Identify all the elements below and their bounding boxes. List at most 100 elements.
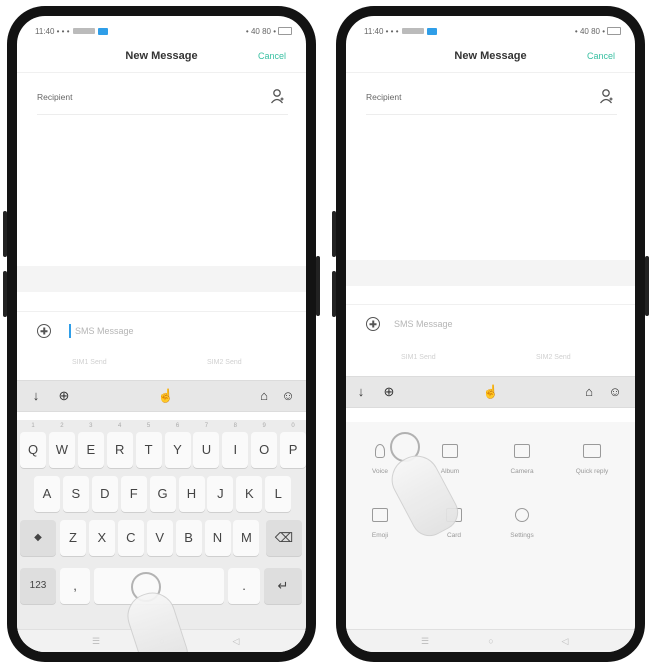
sim1-send-button[interactable]: SIM1 Send: [401, 354, 436, 361]
keyboard-toolbar: ↓ ⊕ ☝ ⌂ ☺: [346, 376, 635, 408]
camera-icon: [514, 444, 530, 458]
mic-icon[interactable]: ↓: [352, 383, 370, 401]
sim2-send-button[interactable]: SIM2 Send: [207, 359, 242, 366]
key-hint: 1: [31, 423, 35, 429]
comma-key[interactable]: ,: [60, 568, 90, 604]
key-i[interactable]: I8: [222, 423, 249, 468]
key-hint: 3: [89, 423, 93, 429]
key-y[interactable]: Y6: [164, 423, 191, 468]
key-k[interactable]: K: [236, 476, 263, 512]
period-key[interactable]: .: [228, 568, 260, 604]
menu-nav-icon[interactable]: ☰: [91, 636, 101, 646]
message-thread-area: [346, 260, 635, 286]
key-f[interactable]: F: [120, 476, 147, 512]
emoji-icon[interactable]: ☺: [606, 383, 624, 401]
text-cursor: [69, 324, 71, 338]
wifi-icon: [426, 27, 437, 35]
emoji-icon[interactable]: ☺: [279, 387, 297, 405]
status-bar: 11:40 • • • • 40 80 •: [35, 24, 292, 38]
gesture-icon[interactable]: ☝: [157, 387, 175, 405]
key-m[interactable]: M: [233, 520, 260, 556]
recipient-field[interactable]: Recipient: [366, 86, 617, 115]
keyboard-row-2: ASDFGHJKL: [20, 476, 303, 514]
keyboard-row-1: Q1W2E3R4T5Y6U7I8O9P0: [20, 423, 306, 470]
globe-icon[interactable]: ⊕: [55, 387, 73, 405]
key-a[interactable]: A: [34, 476, 60, 512]
key-s[interactable]: S: [62, 476, 89, 512]
shirt-icon[interactable]: ⌂: [580, 383, 598, 401]
key-hint: 5: [146, 423, 151, 429]
mic-icon: [375, 444, 385, 458]
key-j[interactable]: J: [207, 476, 234, 512]
header: New Message Cancel: [17, 42, 306, 73]
key-l[interactable]: L: [265, 476, 292, 512]
person-icon[interactable]: [599, 88, 613, 104]
key-t[interactable]: T5: [135, 423, 162, 468]
gesture-icon[interactable]: ☝: [482, 383, 500, 401]
shift-key[interactable]: ◆: [20, 520, 56, 556]
key-e[interactable]: E3: [77, 423, 104, 468]
key-w[interactable]: W2: [48, 423, 75, 468]
panel-item-emoji[interactable]: Emoji: [350, 508, 410, 539]
header: New Message Cancel: [346, 42, 635, 73]
plus-circle-icon[interactable]: [37, 324, 51, 338]
cancel-button[interactable]: Cancel: [587, 51, 615, 61]
sim2-send-button[interactable]: SIM2 Send: [536, 354, 571, 361]
key-d[interactable]: D: [91, 476, 118, 512]
volume-button: [332, 211, 336, 257]
key-u[interactable]: U7: [193, 423, 220, 468]
sim-send-row: SIM1 Send SIM2 Send: [346, 350, 635, 370]
panel-item-camera[interactable]: Camera: [492, 444, 552, 475]
key-h[interactable]: H: [178, 476, 205, 512]
panel-item-quick-reply[interactable]: Quick reply: [562, 444, 622, 475]
recipient-label: Recipient: [366, 92, 402, 102]
status-left: 11:40 • • •: [35, 27, 108, 36]
power-button: [316, 256, 320, 316]
key-z[interactable]: Z: [60, 520, 86, 556]
key-c[interactable]: C: [117, 520, 144, 556]
symbols-key[interactable]: 123: [20, 568, 56, 604]
back-nav-icon[interactable]: ◁: [231, 636, 241, 646]
plus-circle-icon[interactable]: [366, 317, 380, 331]
status-bar: 11:40 • • • • 40 80 •: [364, 24, 621, 38]
recipient-field[interactable]: Recipient: [37, 86, 288, 115]
signal-icon: [72, 28, 95, 35]
enter-key[interactable]: ↵: [264, 568, 302, 604]
phone-left: 11:40 • • • • 40 80 • New Message Cancel…: [3, 6, 320, 662]
key-n[interactable]: N: [204, 520, 231, 556]
keyboard-toolbar: ↓ ⊕ ☝ ⌂ ☺: [17, 380, 306, 412]
key-r[interactable]: R4: [106, 423, 133, 468]
cancel-button[interactable]: Cancel: [258, 51, 286, 61]
panel-item-settings[interactable]: Settings: [492, 508, 552, 539]
key-hint: 0: [291, 423, 295, 429]
shirt-icon[interactable]: ⌂: [255, 387, 273, 405]
attachment-panel: Voice Album Camera Quick reply Emoji Car…: [346, 422, 635, 630]
home-nav-icon[interactable]: ○: [486, 636, 496, 646]
key-p[interactable]: P0: [280, 423, 306, 468]
key-hint: 2: [60, 423, 64, 429]
person-icon[interactable]: [270, 88, 284, 104]
back-nav-icon[interactable]: ◁: [560, 636, 570, 646]
key-g[interactable]: G: [149, 476, 176, 512]
battery-icon: [607, 27, 621, 36]
key-x[interactable]: X: [88, 520, 115, 556]
sms-message-input[interactable]: SMS Message: [394, 319, 453, 329]
phone-right: 11:40 • • • • 40 80 • New Message Cancel…: [332, 6, 649, 662]
mic-icon[interactable]: ↓: [27, 387, 45, 405]
quick-reply-icon: [583, 444, 601, 458]
globe-icon[interactable]: ⊕: [380, 383, 398, 401]
menu-nav-icon[interactable]: ☰: [420, 636, 430, 646]
sticker-icon: [372, 508, 388, 522]
key-hint: 6: [175, 423, 180, 429]
key-v[interactable]: V: [146, 520, 173, 556]
key-q[interactable]: Q1: [20, 423, 46, 468]
key-hint: 9: [262, 423, 266, 429]
navigation-bar: ☰ ○ ◁: [346, 629, 635, 652]
sim1-send-button[interactable]: SIM1 Send: [72, 359, 107, 366]
key-b[interactable]: B: [175, 520, 202, 556]
status-right: • 40 80 •: [246, 27, 292, 36]
signal-icon: [401, 28, 424, 35]
sms-message-input[interactable]: SMS Message: [75, 326, 134, 336]
key-o[interactable]: O9: [251, 423, 278, 468]
backspace-key[interactable]: ⌫: [266, 520, 302, 556]
